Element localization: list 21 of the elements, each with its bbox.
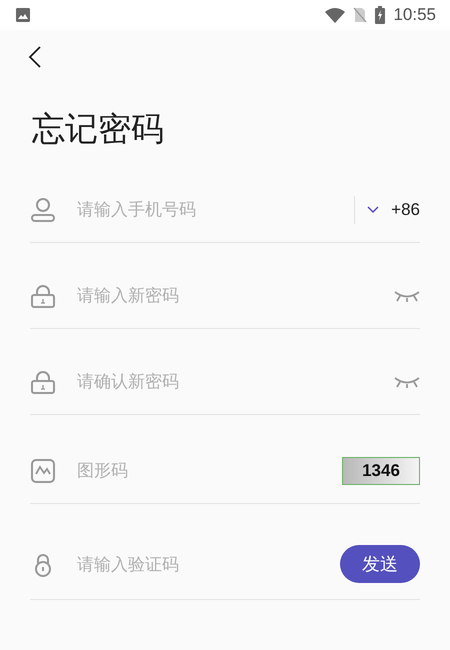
- user-icon: [30, 197, 56, 223]
- status-time: 10:55: [393, 5, 436, 25]
- lock-icon: [30, 283, 56, 309]
- input-field[interactable]: 请输入验证码: [77, 551, 340, 579]
- page-title: 忘记密码: [32, 109, 165, 149]
- input-field[interactable]: 请输入手机号码: [77, 196, 354, 224]
- closed-eye-icon[interactable]: [394, 375, 420, 389]
- country-code-dropdown[interactable]: +86: [367, 196, 420, 224]
- caret-icon: [367, 206, 380, 214]
- lock-icon: [30, 369, 56, 395]
- gallery-icon: [15, 7, 31, 23]
- input-field[interactable]: 请输入新密码: [77, 282, 394, 310]
- image-icon: [30, 458, 56, 484]
- send-button[interactable]: 发送: [340, 545, 420, 583]
- input-field[interactable]: 请确认新密码: [77, 368, 394, 396]
- closed-eye-icon[interactable]: [394, 289, 420, 303]
- no-sim-icon: [353, 7, 368, 23]
- captcha-image[interactable]: 1346: [342, 457, 420, 485]
- input-field[interactable]: 图形码: [77, 457, 342, 485]
- wifi-icon: [325, 7, 346, 23]
- battery-charging-icon: [375, 6, 386, 24]
